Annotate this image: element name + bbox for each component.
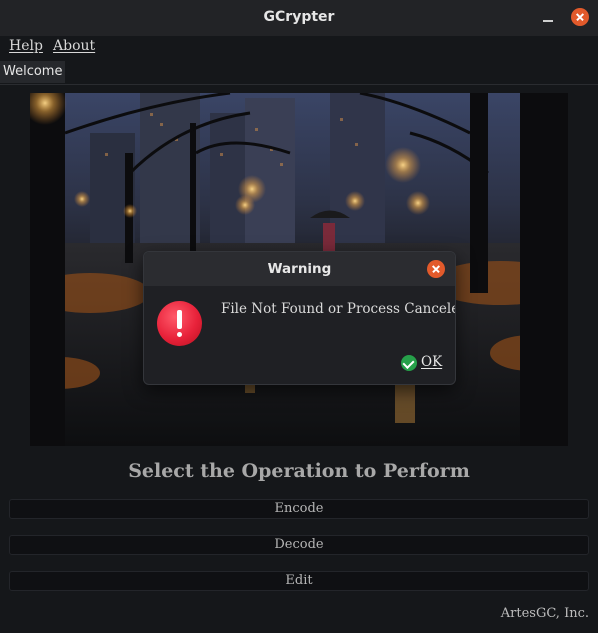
- window-title: GCrypter: [263, 9, 335, 25]
- ok-label: OK: [421, 354, 443, 370]
- decode-button[interactable]: Decode: [9, 535, 589, 555]
- encode-button[interactable]: Encode: [9, 499, 589, 519]
- warning-dialog: Warning File Not Found or Process Cancel…: [143, 251, 456, 385]
- menu-about[interactable]: About: [53, 38, 95, 54]
- close-button[interactable]: [571, 8, 589, 26]
- window-titlebar: GCrypter: [0, 0, 598, 37]
- close-icon: [571, 8, 589, 26]
- tab-welcome[interactable]: Welcome: [0, 61, 66, 83]
- menu-bar: Help About: [0, 36, 598, 58]
- footer-copyright: ArtesGC, Inc.: [500, 606, 589, 621]
- error-exclamation-icon: [157, 301, 202, 346]
- close-icon: [427, 260, 445, 278]
- dialog-message: File Not Found or Process Canceled!: [221, 301, 456, 317]
- menu-help[interactable]: Help: [9, 38, 43, 54]
- dialog-close-button[interactable]: [427, 260, 445, 278]
- page-heading: Select the Operation to Perform: [128, 460, 470, 482]
- edit-button[interactable]: Edit: [9, 571, 589, 591]
- dialog-title: Warning: [267, 261, 332, 277]
- tab-bar: Welcome: [0, 60, 598, 85]
- dialog-titlebar: Warning: [144, 252, 455, 286]
- checkmark-icon: [401, 355, 417, 371]
- minimize-button[interactable]: [541, 9, 555, 23]
